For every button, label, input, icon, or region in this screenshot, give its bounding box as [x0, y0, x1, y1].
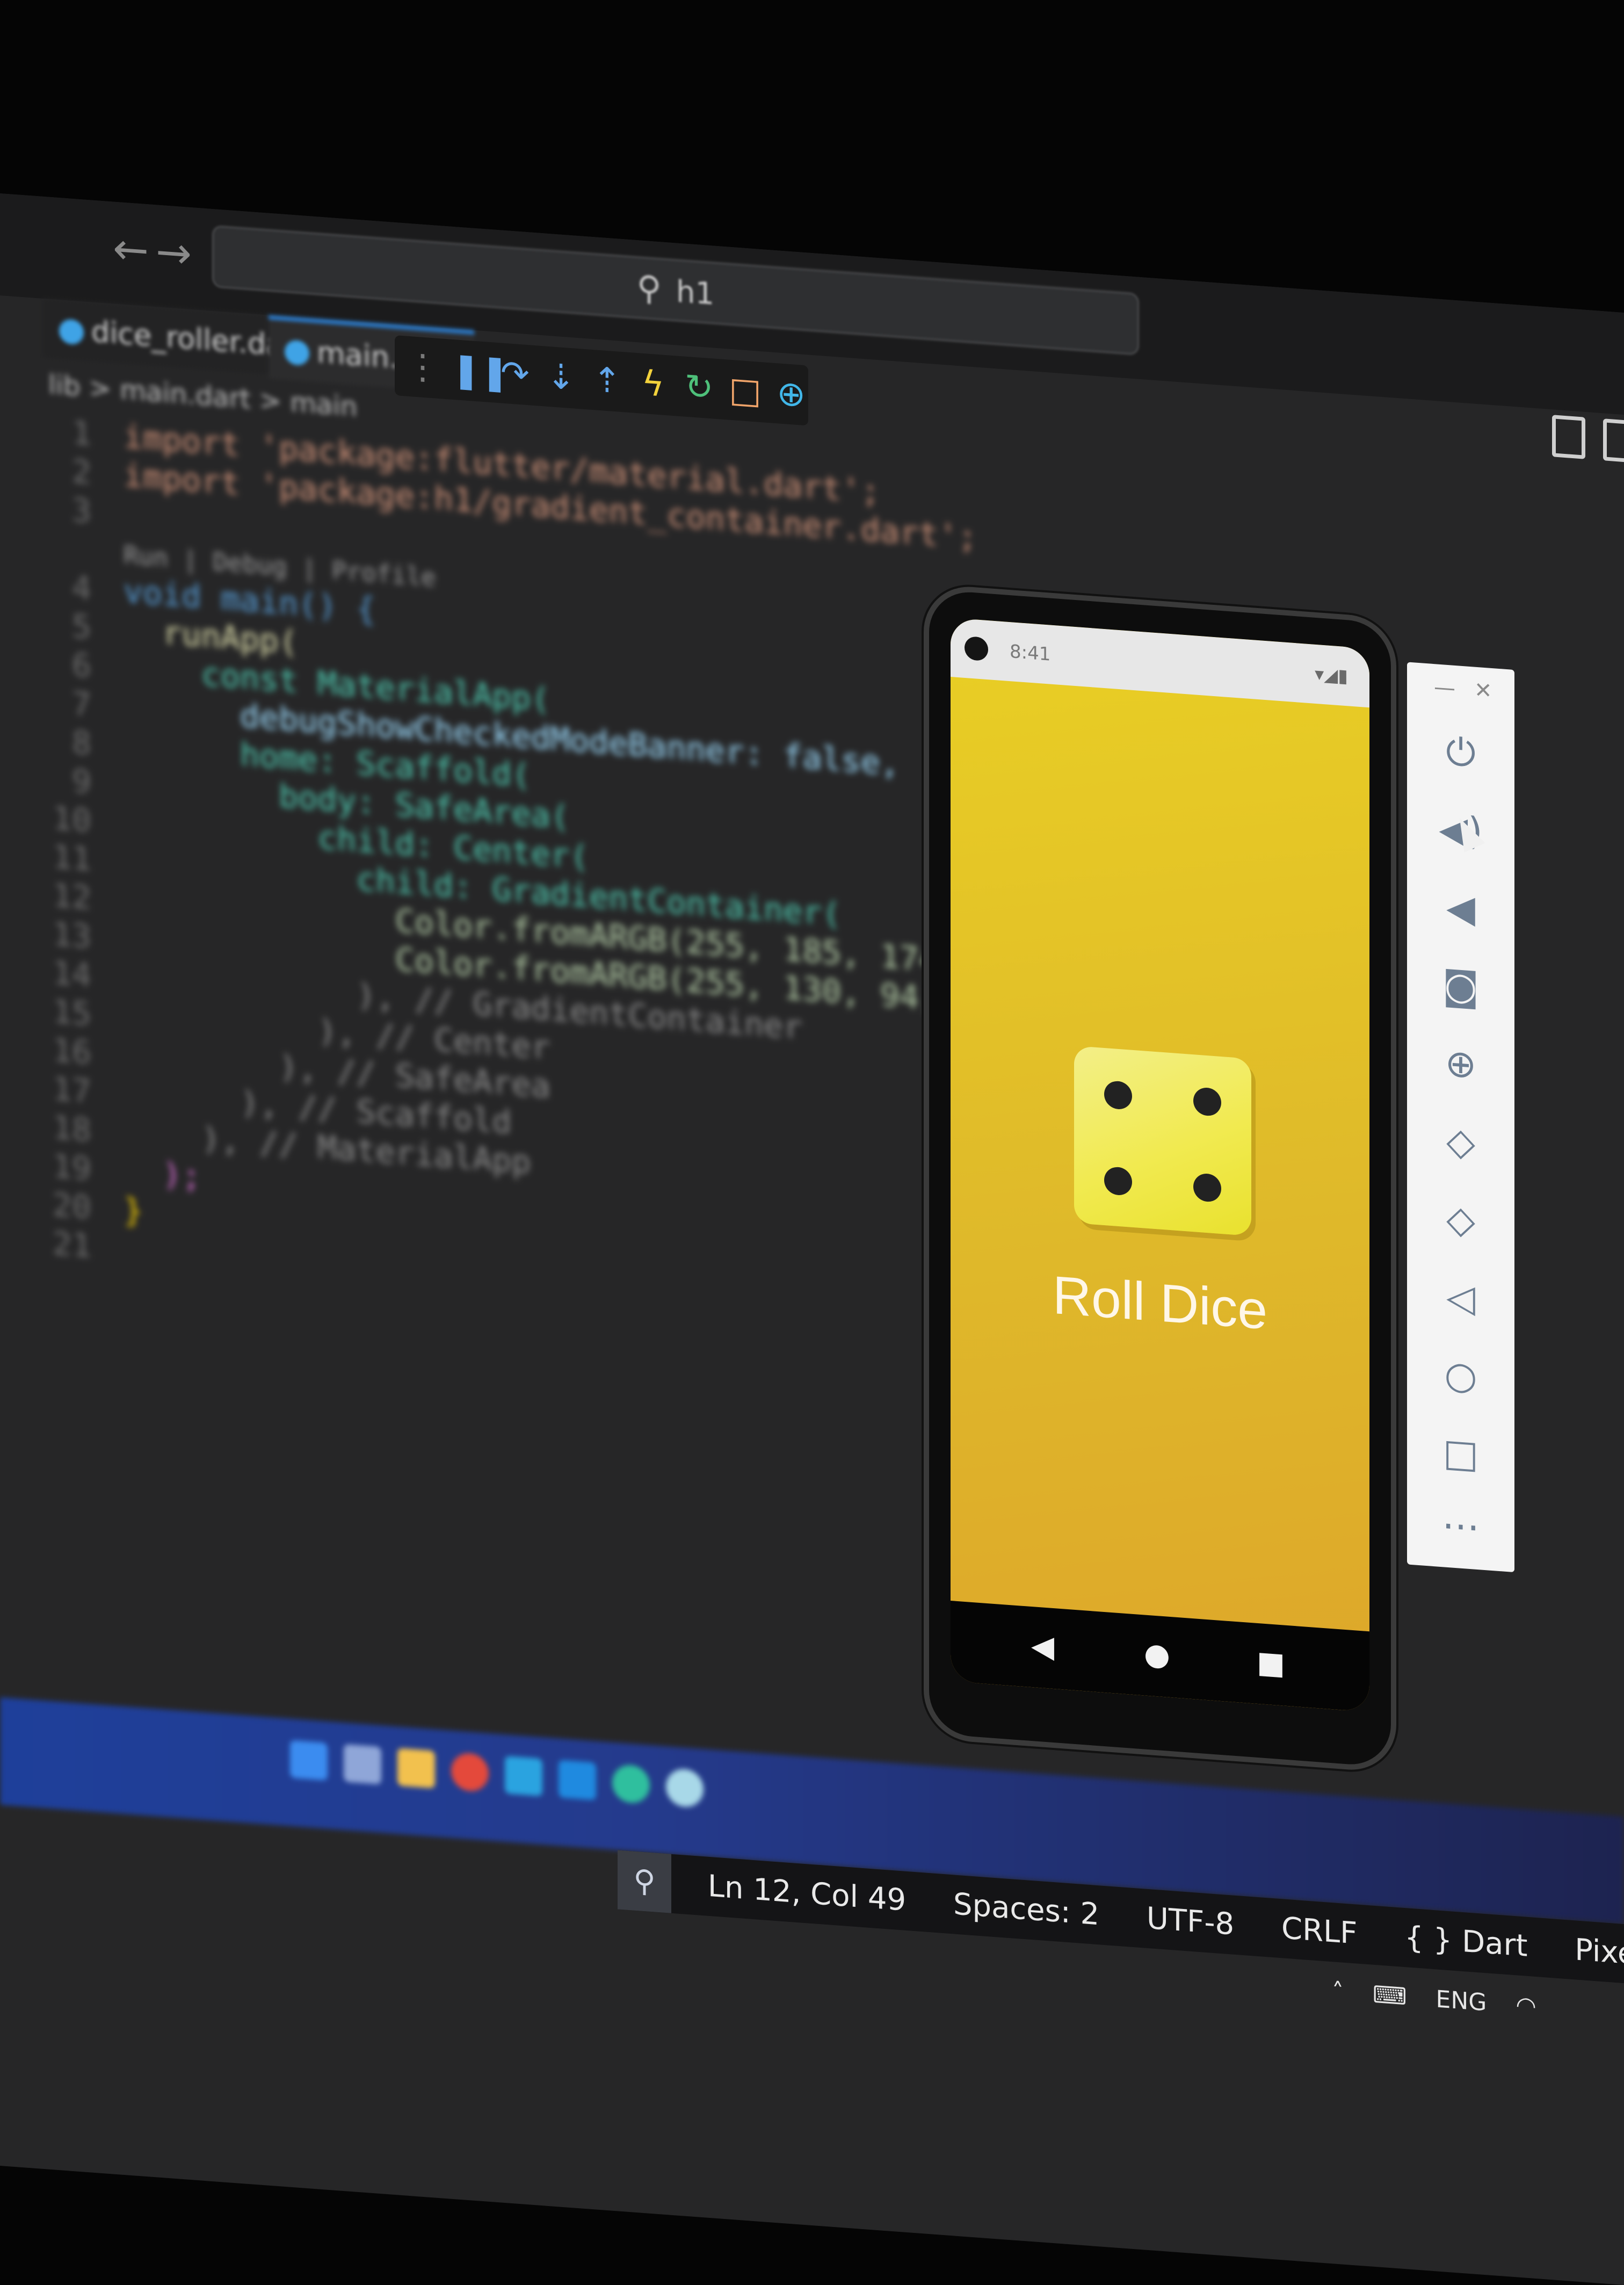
keyboard-icon[interactable]: ⌨	[1373, 1981, 1407, 2011]
phone-frame: 8:41 ▾◢▮ Roll Dice ◀ ● ■	[924, 583, 1396, 1773]
power-icon[interactable]: ⏻	[1437, 728, 1485, 777]
wifi-icon[interactable]: ◠	[1516, 1991, 1536, 2020]
line-ending[interactable]: CRLF	[1281, 1911, 1357, 1951]
step-over-icon[interactable]: ↷	[498, 353, 532, 395]
close-icon[interactable]: ✕	[1474, 678, 1492, 704]
file-explorer-icon[interactable]	[397, 1748, 435, 1789]
android-emulator: 8:41 ▾◢▮ Roll Dice ◀ ● ■ — ✕ ⏻ ◀) ◀ ◙ ⊕ …	[924, 583, 1514, 1806]
drag-handle-icon[interactable]: ⋮	[405, 346, 440, 388]
dice-pip	[1193, 1087, 1221, 1117]
hot-reload-icon[interactable]: ϟ	[636, 363, 670, 406]
breadcrumb-symbol[interactable]: main	[290, 387, 357, 423]
language-mode[interactable]: { } Dart	[1404, 1920, 1527, 1964]
home-icon[interactable]: ●	[1144, 1636, 1170, 1673]
monitor-screen: ← → ⚲ h1 dice_roller.dart main.dart ⋮ ❚❚…	[0, 193, 1624, 2285]
volume-down-icon[interactable]: ◀	[1437, 884, 1485, 932]
back-icon[interactable]: ◁	[1437, 1274, 1485, 1321]
zoom-icon[interactable]: ⊕	[1437, 1040, 1485, 1088]
flutter-app-icon[interactable]	[666, 1768, 704, 1809]
dice-image	[1074, 1045, 1251, 1236]
breadcrumb-folder[interactable]: lib	[48, 369, 81, 402]
back-icon[interactable]: ◀	[1031, 1628, 1054, 1665]
device-selector[interactable]: Pixel 4a API 30 (android-x86 em	[1575, 1932, 1624, 2002]
devtools-search-icon[interactable]: ⊕	[774, 373, 808, 416]
encoding[interactable]: UTF-8	[1147, 1901, 1234, 1942]
cursor-position[interactable]: Ln 12, Col 49	[708, 1869, 906, 1918]
android-status-bar: 8:41 ▾◢▮	[951, 617, 1369, 708]
dice-pip	[1193, 1173, 1221, 1203]
camera-icon[interactable]: ◙	[1437, 962, 1485, 1010]
code-editor[interactable]: 1 import 'package:flutter/material.dart';…	[21, 410, 1055, 1332]
overview-icon[interactable]: □	[1437, 1429, 1485, 1477]
rotate-left-icon[interactable]: ◇	[1437, 1118, 1485, 1166]
search-icon[interactable]: ⚲	[618, 1850, 671, 1913]
start-icon[interactable]	[290, 1740, 328, 1781]
search-icon: ⚲	[636, 267, 662, 309]
indentation[interactable]: Spaces: 2	[953, 1886, 1099, 1932]
dice-pip	[1104, 1166, 1132, 1196]
roll-dice-button[interactable]: Roll Dice	[951, 1257, 1369, 1349]
home-icon[interactable]: ○	[1437, 1351, 1485, 1399]
input-language[interactable]: ENG	[1436, 1985, 1487, 2016]
chevron-up-icon[interactable]: ˄	[1332, 1978, 1344, 2006]
breadcrumb-file[interactable]: main.dart	[120, 374, 250, 415]
vscode-icon[interactable]	[559, 1760, 596, 1800]
stop-icon[interactable]: □	[728, 370, 763, 413]
recents-icon[interactable]: ■	[1257, 1645, 1285, 1682]
step-into-icon[interactable]: ⇣	[544, 356, 578, 399]
android-nav-bar: ◀ ● ■	[951, 1600, 1369, 1712]
chrome-icon[interactable]	[451, 1752, 489, 1792]
camera-hole	[965, 635, 988, 662]
app-screen[interactable]: 8:41 ▾◢▮ Roll Dice ◀ ● ■	[951, 617, 1369, 1712]
restart-icon[interactable]: ↻	[682, 366, 716, 409]
search-query: h1	[676, 274, 715, 312]
edge-icon[interactable]	[612, 1763, 650, 1804]
dice-pip	[1104, 1080, 1132, 1110]
wifi-signal-battery-icon: ▾◢▮	[1315, 663, 1348, 688]
back-arrow-icon[interactable]: ←	[113, 223, 149, 276]
step-out-icon[interactable]: ⇡	[590, 360, 624, 402]
more-icon[interactable]: ⋯	[1437, 1502, 1485, 1550]
dart-file-icon	[59, 319, 84, 345]
emulator-controls: — ✕ ⏻ ◀) ◀ ◙ ⊕ ◇ ◇ ◁ ○ □ ⋯	[1407, 662, 1514, 1573]
toggle-panel-icon[interactable]	[1552, 415, 1585, 459]
telegram-icon[interactable]	[505, 1756, 542, 1797]
rotate-right-icon[interactable]: ◇	[1437, 1196, 1485, 1243]
forward-arrow-icon[interactable]: →	[156, 226, 192, 279]
minimize-icon[interactable]: —	[1434, 675, 1455, 701]
dart-file-icon	[285, 339, 309, 366]
system-tray: ˄ ⌨ ENG ◠	[1332, 1978, 1558, 2022]
pause-icon[interactable]: ❚❚	[452, 350, 509, 394]
toggle-layout-icon[interactable]	[1603, 418, 1624, 463]
search-icon[interactable]	[344, 1744, 381, 1785]
status-time: 8:41	[1010, 641, 1051, 666]
